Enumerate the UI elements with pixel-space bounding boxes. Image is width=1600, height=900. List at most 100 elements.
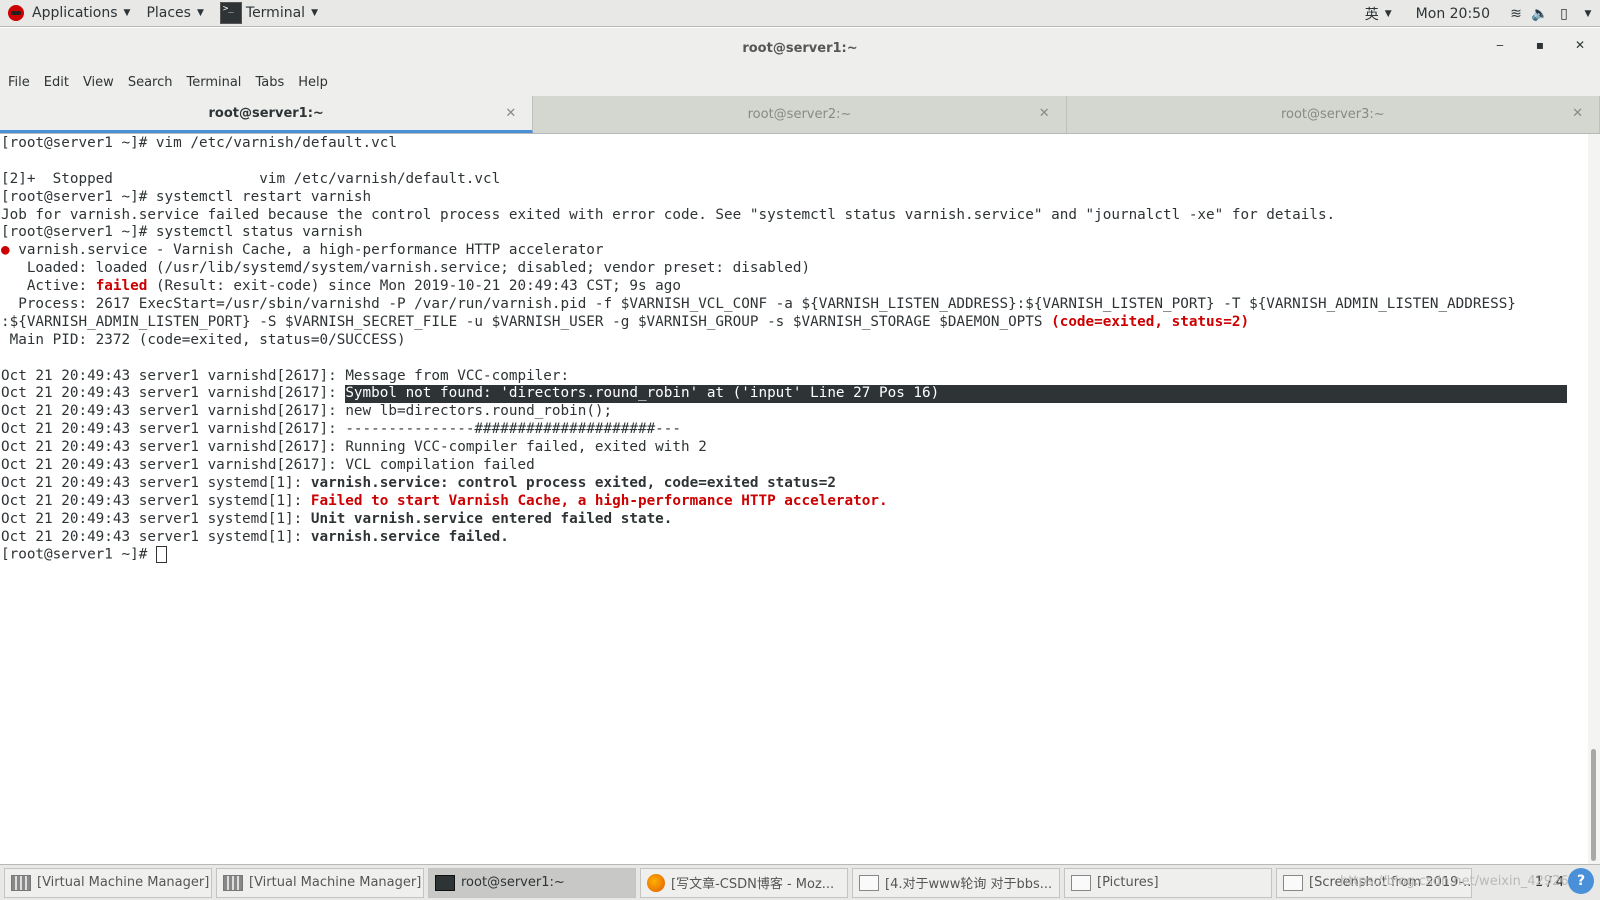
- tab-label: root@server1:~: [208, 105, 324, 121]
- shell-prompt: [root@server1 ~]#: [1, 546, 156, 563]
- menu-view[interactable]: View: [83, 75, 114, 90]
- process-exit-status: (code=exited, status=2): [1051, 313, 1250, 330]
- terminal-line: :${VARNISH_ADMIN_LISTEN_PORT} -S $VARNIS…: [0, 314, 1588, 332]
- log-prefix: Oct 21 20:49:43 server1 systemd[1]:: [1, 528, 311, 545]
- terminal-line: [root@server1 ~]# systemctl status varni…: [1, 224, 363, 241]
- window-title-bar[interactable]: root@server1:~ ‒ ▪ ✕: [0, 28, 1600, 69]
- terminal-line: ● varnish.service - Varnish Cache, a hig…: [0, 242, 1588, 260]
- tab-server3[interactable]: root@server3:~ ✕: [1067, 96, 1600, 133]
- terminal-line: Main PID: 2372 (code=exited, status=0/SU…: [1, 331, 406, 348]
- active-rest: (Result: exit-code) since Mon 2019-10-21…: [147, 278, 682, 295]
- log-line: Oct 21 20:49:43 server1 systemd[1]: varn…: [0, 529, 1588, 547]
- redhat-logo-icon: [8, 5, 24, 21]
- terminal-app-label: Terminal: [245, 5, 306, 21]
- input-method-label: 英: [1364, 6, 1379, 23]
- taskbar-item-label: [Virtual Machine Manager]: [37, 875, 210, 890]
- taskbar-item-pictures[interactable]: [Pictures]: [1064, 867, 1272, 898]
- help-icon[interactable]: ?: [1568, 868, 1594, 894]
- places-label: Places: [146, 5, 191, 21]
- menu-edit[interactable]: Edit: [44, 75, 69, 90]
- taskbar-item-document[interactable]: [4.对于www轮询 对于bbs...: [852, 867, 1060, 898]
- document-icon: [859, 874, 879, 891]
- terminal-icon: >_: [219, 2, 242, 24]
- taskbar-item-vmm-2[interactable]: [Virtual Machine Manager]: [216, 867, 424, 898]
- input-method-menu[interactable]: 英 ▼: [1357, 0, 1400, 27]
- tab-server2[interactable]: root@server2:~ ✕: [533, 96, 1067, 133]
- clock[interactable]: Mon 20:50: [1416, 6, 1490, 22]
- log-line: Oct 21 20:49:43 server1 varnishd[2617]: …: [0, 403, 1588, 421]
- log-prefix: Oct 21 20:49:43 server1 systemd[1]:: [1, 510, 311, 527]
- chevron-down-icon: ▼: [196, 8, 204, 18]
- vmm-icon: [11, 874, 31, 891]
- terminal-app-menu[interactable]: >_ Terminal ▼: [212, 0, 326, 27]
- log-line: Oct 21 20:49:43 server1 varnishd[2617]: …: [0, 439, 1588, 457]
- terminal-icon: [435, 874, 455, 891]
- close-icon[interactable]: ✕: [1039, 106, 1050, 121]
- log-line: Oct 21 20:49:43 server1 varnishd[2617]: …: [0, 457, 1588, 475]
- log-message: VCL compilation failed: [345, 457, 535, 474]
- watermark-text: https://blog.csdn.net/weixin_42926590: [1340, 874, 1594, 889]
- log-prefix: Oct 21 20:49:43 server1 varnishd[2617]:: [1, 421, 346, 438]
- chevron-down-icon: ▼: [1384, 8, 1392, 19]
- taskbar-item-label: [写文章-CSDN博客 - Moz...: [671, 877, 835, 892]
- log-prefix: Oct 21 20:49:43 server1 varnishd[2617]:: [1, 439, 346, 456]
- log-line: Oct 21 20:49:43 server1 systemd[1]: varn…: [0, 475, 1588, 493]
- status-dot-icon: ●: [1, 242, 10, 259]
- terminal-line: Process: 2617 ExecStart=/usr/sbin/varnis…: [1, 296, 1516, 313]
- menu-terminal[interactable]: Terminal: [186, 75, 241, 90]
- log-message: new lb=directors.round_robin();: [345, 403, 613, 420]
- image-viewer-icon: [1283, 874, 1303, 891]
- taskbar-item-label: [Pictures]: [1097, 875, 1159, 890]
- log-prefix: Oct 21 20:49:43 server1 varnishd[2617]:: [1, 403, 346, 420]
- terminal-line: Job for varnish.service failed because t…: [1, 206, 1336, 223]
- terminal-line: Loaded: loaded (/usr/lib/systemd/system/…: [1, 260, 811, 277]
- log-line: Oct 21 20:49:43 server1 systemd[1]: Unit…: [0, 511, 1588, 529]
- log-line: Oct 21 20:49:43 server1 varnishd[2617]: …: [0, 368, 1588, 386]
- scrollbar-thumb[interactable]: [1591, 749, 1596, 861]
- places-menu[interactable]: Places ▼: [138, 0, 211, 27]
- log-line: Oct 21 20:49:43 server1 varnishd[2617]: …: [0, 385, 1588, 404]
- close-button[interactable]: ✕: [1570, 38, 1590, 58]
- taskbar-item-terminal[interactable]: root@server1:~: [428, 867, 636, 898]
- prompt-line[interactable]: [root@server1 ~]#: [0, 546, 1588, 564]
- system-menu-chevron-icon[interactable]: ▼: [1576, 9, 1600, 19]
- menu-search[interactable]: Search: [128, 75, 173, 90]
- tab-label: root@server3:~: [1280, 107, 1385, 122]
- log-message: Unit varnish.service entered failed stat…: [310, 510, 673, 527]
- log-message: varnish.service failed.: [310, 528, 509, 545]
- log-prefix: Oct 21 20:49:43 server1 varnishd[2617]:: [1, 385, 346, 402]
- terminal-line: Active: failed (Result: exit-code) since…: [0, 278, 1588, 296]
- menu-tabs[interactable]: Tabs: [255, 75, 284, 90]
- chevron-down-icon: ▼: [123, 8, 131, 18]
- volume-icon[interactable]: 🔈: [1528, 6, 1552, 22]
- service-heading: varnish.service - Varnish Cache, a high-…: [9, 242, 604, 259]
- chevron-down-icon: ▼: [311, 8, 318, 18]
- terminal-tabs: root@server1:~ ✕ root@server2:~ ✕ root@s…: [0, 96, 1600, 134]
- log-line: Oct 21 20:49:43 server1 varnishd[2617]: …: [0, 421, 1588, 439]
- minimize-button[interactable]: ‒: [1490, 38, 1510, 58]
- log-message: Message from VCC-compiler:: [345, 367, 570, 384]
- close-icon[interactable]: ✕: [1572, 106, 1583, 121]
- menu-file[interactable]: File: [8, 75, 30, 90]
- terminal-scrollbar[interactable]: [1588, 134, 1600, 864]
- highlighted-log-message: Symbol not found: 'directors.round_robin…: [345, 385, 1568, 404]
- taskbar-item-firefox[interactable]: [写文章-CSDN博客 - Moz...: [640, 867, 848, 898]
- maximize-button[interactable]: ▪: [1530, 38, 1550, 58]
- taskbar-item-vmm-1[interactable]: [Virtual Machine Manager]: [4, 867, 212, 898]
- log-prefix: Oct 21 20:49:43 server1 systemd[1]:: [1, 492, 311, 509]
- log-prefix: Oct 21 20:49:43 server1 systemd[1]:: [1, 474, 311, 491]
- log-message-error: Failed to start Varnish Cache, a high-pe…: [310, 492, 888, 509]
- taskbar-item-label: root@server1:~: [461, 875, 565, 890]
- window-title: root@server1:~: [742, 41, 858, 56]
- terminal-line: [root@server1 ~]# systemctl restart varn…: [1, 188, 372, 205]
- terminal-output[interactable]: [root@server1 ~]# vim /etc/varnish/defau…: [0, 134, 1588, 864]
- applications-menu[interactable]: Applications ▼: [0, 0, 138, 27]
- battery-icon[interactable]: ▯: [1552, 6, 1576, 22]
- vmm-icon: [223, 874, 243, 891]
- close-icon[interactable]: ✕: [505, 106, 516, 121]
- menu-help[interactable]: Help: [298, 75, 328, 90]
- tab-server1[interactable]: root@server1:~ ✕: [0, 96, 534, 133]
- terminal-line: [2]+ Stopped vim /etc/varnish/default.vc…: [1, 170, 501, 187]
- wifi-icon[interactable]: ≋: [1504, 6, 1528, 22]
- process-cmd: :${VARNISH_ADMIN_LISTEN_PORT} -S $VARNIS…: [1, 313, 1052, 330]
